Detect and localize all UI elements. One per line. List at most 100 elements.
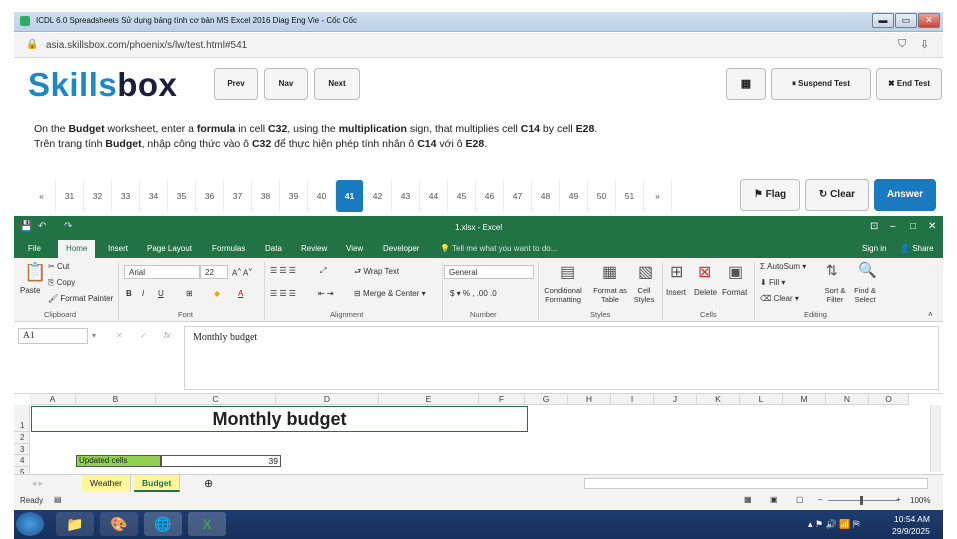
bold-button[interactable]: B (126, 289, 132, 298)
column-header-k[interactable]: K (697, 394, 740, 405)
format-as-table-button[interactable]: Format as Table (592, 286, 628, 304)
page-39-button[interactable]: 39 (280, 180, 308, 212)
font-color-icon[interactable]: A (238, 289, 243, 298)
page-48-button[interactable]: 48 (532, 180, 560, 212)
column-header-b[interactable]: B (76, 394, 156, 405)
shield-icon[interactable]: ⛉ (898, 38, 906, 51)
normal-view-icon[interactable]: ▦ (744, 495, 752, 504)
close-button[interactable]: ✕ (918, 13, 940, 28)
format-cells-button[interactable]: Format (722, 288, 747, 297)
page-42-button[interactable]: 42 (364, 180, 392, 212)
sheet-tab-budget[interactable]: Budget (134, 475, 181, 492)
redo-icon[interactable]: ↷ (64, 221, 72, 232)
page-break-view-icon[interactable]: ▢ (796, 495, 804, 504)
vertical-scrollbar[interactable] (930, 405, 941, 472)
underline-button[interactable]: U (158, 289, 164, 298)
formula-input[interactable]: Monthly budget (184, 326, 939, 390)
column-header-e[interactable]: E (379, 394, 479, 405)
flag-button[interactable]: ⚑ Flag (740, 179, 800, 211)
page-37-button[interactable]: 37 (224, 180, 252, 212)
column-header-j[interactable]: J (654, 394, 697, 405)
row-header-1[interactable]: 1 (14, 405, 30, 432)
tab-developer[interactable]: Developer (383, 244, 419, 253)
tab-review[interactable]: Review (301, 244, 327, 253)
collapse-ribbon-icon[interactable]: ˄ (928, 310, 933, 319)
browser-tab-title[interactable]: ICDL 6.0 Spreadsheets Sử dụng bảng tính … (36, 16, 357, 25)
page-last-button[interactable]: » (644, 180, 672, 212)
align-left-icon[interactable]: ☰ ☰ ☰ (270, 289, 296, 298)
tab-insert[interactable]: Insert (108, 244, 128, 253)
autosum-button[interactable]: Σ AutoSum ▾ (760, 262, 806, 271)
borders-icon[interactable]: ⊞ (186, 289, 193, 298)
page-38-button[interactable]: 38 (252, 180, 280, 212)
undo-icon[interactable]: ↶ (38, 221, 46, 232)
zoom-thumb[interactable] (860, 496, 863, 505)
row-header-4[interactable]: 4 (14, 455, 30, 467)
insert-function-icon[interactable]: fx (164, 331, 170, 340)
page-41-button[interactable]: 41 (336, 180, 364, 212)
column-header-m[interactable]: M (783, 394, 826, 405)
indent-icon[interactable]: ⇤ ⇥ (318, 289, 334, 298)
page-32-button[interactable]: 32 (84, 180, 112, 212)
excel-minimize-icon[interactable]: – (890, 221, 896, 232)
merge-center-button[interactable]: ⊟ Merge & Center ▾ (354, 289, 426, 298)
suspend-test-button[interactable]: ⏸ Suspend Test (771, 68, 871, 100)
excel-taskbar-icon[interactable]: X (188, 512, 226, 536)
column-header-i[interactable]: I (611, 394, 654, 405)
conditional-formatting-button[interactable]: Conditional Formatting (540, 286, 586, 304)
save-icon[interactable]: 💾 (20, 221, 32, 232)
share-button[interactable]: 👤 Share (900, 244, 934, 253)
column-header-n[interactable]: N (826, 394, 869, 405)
add-sheet-icon[interactable]: ⊕ (196, 474, 221, 491)
cancel-icon[interactable]: ✕ (116, 331, 123, 340)
page-45-button[interactable]: 45 (448, 180, 476, 212)
ribbon-display-icon[interactable]: ⊡ (870, 221, 878, 232)
number-format-icons[interactable]: $ ▾ % , .00 .0 (450, 289, 497, 298)
end-test-button[interactable]: ✖ End Test (876, 68, 942, 100)
sign-in-link[interactable]: Sign in (862, 244, 886, 253)
page-first-button[interactable]: « (28, 180, 56, 212)
explorer-icon[interactable]: 📁 (56, 512, 94, 536)
row-header-5[interactable]: 5 (14, 467, 30, 474)
minimize-button[interactable]: ▬ (872, 13, 894, 28)
column-header-l[interactable]: L (740, 394, 783, 405)
zoom-slider[interactable] (828, 500, 898, 501)
row-header-2[interactable]: 2 (14, 432, 30, 444)
number-format-box[interactable]: General (444, 265, 534, 279)
calculator-button[interactable]: ▦ (726, 68, 766, 100)
nav-button[interactable]: Nav (264, 68, 308, 100)
column-header-a[interactable]: A (30, 394, 76, 405)
clock-time[interactable]: 10:54 AM (894, 514, 930, 524)
sort-filter-button[interactable]: Sort & Filter (820, 286, 850, 304)
column-header-f[interactable]: F (479, 394, 525, 405)
zoom-in-icon[interactable]: + (896, 495, 901, 504)
page-31-button[interactable]: 31 (56, 180, 84, 212)
enter-icon[interactable]: ✓ (140, 331, 147, 340)
page-44-button[interactable]: 44 (420, 180, 448, 212)
page-43-button[interactable]: 43 (392, 180, 420, 212)
cell-a1-title[interactable]: Monthly budget (31, 406, 528, 432)
maximize-button[interactable]: ▭ (895, 13, 917, 28)
italic-button[interactable]: I (142, 289, 144, 298)
insert-cells-button[interactable]: Insert (666, 288, 686, 297)
tell-me-box[interactable]: Tell me what you want to do... (452, 244, 557, 253)
delete-cells-button[interactable]: Delete (694, 288, 717, 297)
column-header-d[interactable]: D (276, 394, 379, 405)
excel-maximize-icon[interactable]: □ (910, 221, 916, 232)
page-33-button[interactable]: 33 (112, 180, 140, 212)
format-painter-button[interactable]: 🖌 Format Painter (48, 294, 113, 303)
tab-formulas[interactable]: Formulas (212, 244, 245, 253)
paint-icon[interactable]: 🎨 (100, 512, 138, 536)
horizontal-scrollbar[interactable] (584, 478, 928, 489)
zoom-out-icon[interactable]: – (818, 495, 822, 504)
address-bar[interactable]: 🔒 asia.skillsbox.com/phoenix/s/lw/test.h… (14, 33, 943, 58)
download-icon[interactable]: ⇩ (920, 38, 929, 51)
sheet-tab-weather[interactable]: Weather (82, 475, 131, 492)
tab-file[interactable]: File (28, 244, 41, 253)
sheet-nav-arrows[interactable]: ◂ ▸ (24, 475, 51, 492)
column-header-g[interactable]: G (525, 394, 568, 405)
paste-button[interactable]: Paste (20, 286, 40, 295)
tray-icons[interactable]: ▴ ⚑ 🔊 📶 ⛿ (808, 519, 860, 530)
font-name-box[interactable]: Arial (124, 265, 200, 279)
answer-button[interactable]: Answer (874, 179, 936, 211)
